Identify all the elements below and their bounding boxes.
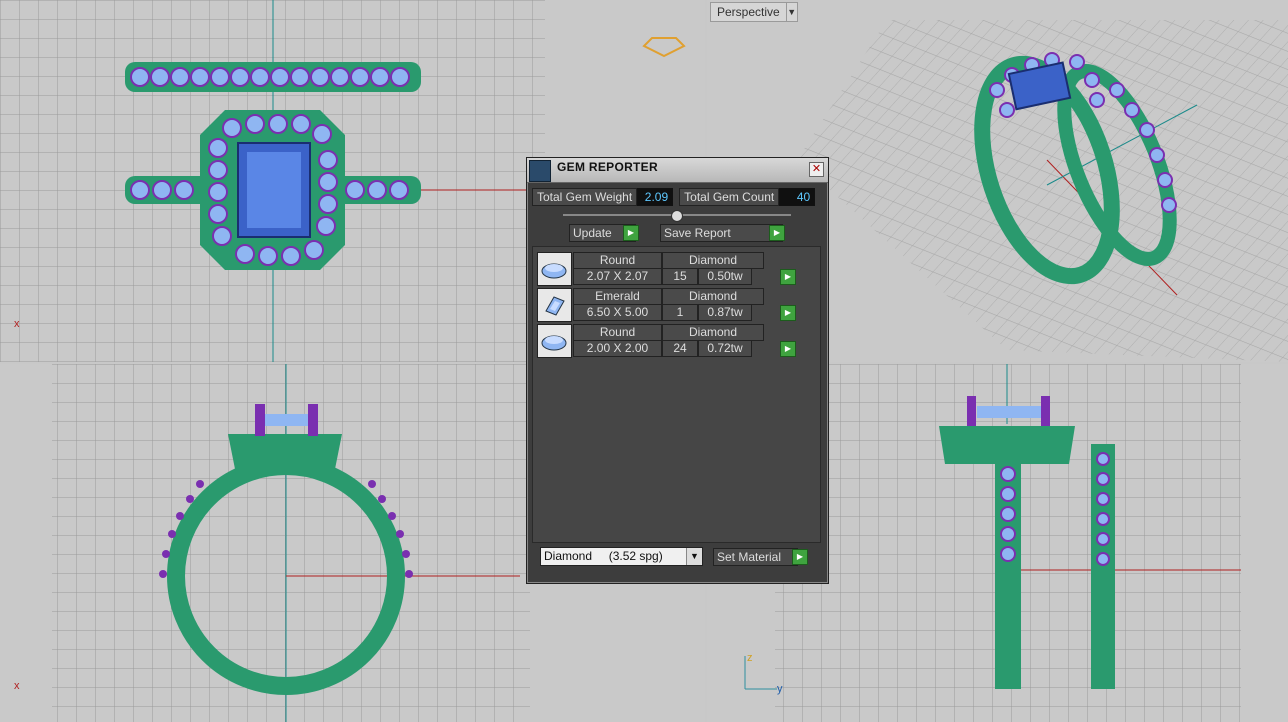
- set-material-button[interactable]: Set Material: [713, 548, 798, 566]
- play-icon[interactable]: ▶: [780, 269, 796, 285]
- gem-row[interactable]: Round Diamond 2.00 X 2.00 24 0.72tw ▶: [537, 324, 796, 358]
- save-report-button[interactable]: Save Report: [660, 224, 783, 242]
- total-weight-label: Total Gem Weight: [532, 188, 638, 206]
- gem-shape: Round: [573, 252, 662, 269]
- gem-material: Diamond: [662, 288, 764, 305]
- viewport-label[interactable]: Perspective ▼: [710, 2, 798, 22]
- gem-shape: Round: [573, 324, 662, 341]
- gem-row[interactable]: Emerald Diamond 6.50 X 5.00 1 0.87tw ▶: [537, 288, 796, 322]
- gem-list: Round Diamond 2.07 X 2.07 15 0.50tw ▶ Em…: [532, 246, 821, 543]
- close-icon[interactable]: ✕: [809, 162, 824, 177]
- panel-titlebar[interactable]: GEM REPORTER ✕: [527, 158, 828, 183]
- gem-size: 2.07 X 2.07: [573, 268, 662, 285]
- gem-weight: 0.72tw: [698, 340, 752, 357]
- material-select[interactable]: Diamond (3.52 spg) ▼: [540, 547, 703, 566]
- play-icon[interactable]: ▶: [780, 341, 796, 357]
- panel-slider-knob[interactable]: [671, 210, 683, 222]
- gem-weight: 0.50tw: [698, 268, 752, 285]
- axis-x-label: x: [14, 318, 20, 330]
- chevron-down-icon[interactable]: ▼: [785, 3, 797, 21]
- axis-y-label: y: [777, 683, 783, 695]
- gem-reporter-panel: GEM REPORTER ✕ Total Gem Weight 2.09 Tot…: [526, 157, 829, 584]
- chevron-down-icon[interactable]: ▼: [686, 548, 702, 565]
- set-material-label: Set Material: [717, 550, 782, 564]
- play-icon[interactable]: ▶: [792, 549, 808, 565]
- play-icon[interactable]: ▶: [623, 225, 639, 241]
- emerald-gem-icon: [537, 288, 572, 322]
- axis-x-label-bottom: x: [14, 680, 20, 692]
- material-select-value: Diamond (3.52 spg): [544, 549, 663, 563]
- save-report-label: Save Report: [664, 226, 731, 240]
- gem-count: 24: [662, 340, 698, 357]
- play-icon[interactable]: ▶: [780, 305, 796, 321]
- total-weight-value[interactable]: 2.09: [637, 188, 674, 206]
- panel-title: GEM REPORTER: [557, 160, 658, 174]
- gem-material: Diamond: [662, 324, 764, 341]
- round-gem-icon: [537, 324, 572, 358]
- round-gem-icon: [537, 252, 572, 286]
- axis-z-label: z: [747, 652, 753, 664]
- viewport-label-text: Perspective: [717, 5, 780, 19]
- gem-reporter-icon: [529, 160, 551, 182]
- gem-material: Diamond: [662, 252, 764, 269]
- gem-shape: Emerald: [573, 288, 662, 305]
- total-count-value[interactable]: 40: [779, 188, 816, 206]
- gem-weight: 0.87tw: [698, 304, 752, 321]
- play-icon[interactable]: ▶: [769, 225, 785, 241]
- gem-size: 2.00 X 2.00: [573, 340, 662, 357]
- total-count-label: Total Gem Count: [679, 188, 780, 206]
- gem-count: 15: [662, 268, 698, 285]
- gem-count: 1: [662, 304, 698, 321]
- gem-row[interactable]: Round Diamond 2.07 X 2.07 15 0.50tw ▶: [537, 252, 796, 286]
- update-button-label: Update: [573, 226, 612, 240]
- totals-row: Total Gem Weight 2.09 Total Gem Count 40: [532, 188, 816, 206]
- gem-size: 6.50 X 5.00: [573, 304, 662, 321]
